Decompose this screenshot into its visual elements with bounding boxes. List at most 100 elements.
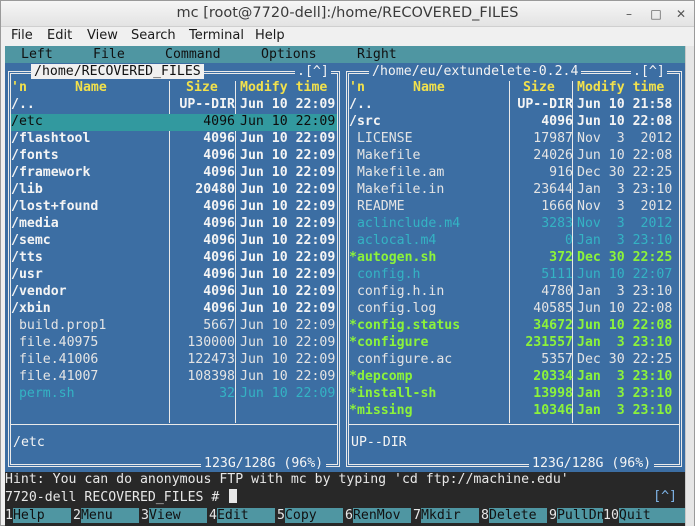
fkey-renmov[interactable]: 6RenMov	[345, 508, 411, 525]
file-row[interactable]: /src 4096 Jun 10 22:08	[349, 114, 679, 131]
file-row[interactable]: *install-sh 13998 Jan 3 23:10	[349, 386, 679, 403]
file-name: file.40975	[11, 335, 99, 350]
file-name: /..	[11, 97, 35, 112]
file-row[interactable]: /lost+found 4096 Jun 10 22:09	[11, 199, 337, 216]
subshell-indicator[interactable]: [^]	[653, 489, 677, 504]
file-row[interactable]: *configure 231557 Jan 3 23:10	[349, 335, 679, 352]
file-row[interactable]: *missing 10346 Jan 3 23:10	[349, 403, 679, 420]
file-row[interactable]: Makefile.am 916 Dec 30 22:25	[349, 165, 679, 182]
right-panel-corner[interactable]: .[^]	[631, 64, 667, 79]
file-row[interactable]: README 1666 Nov 3 2012	[349, 199, 679, 216]
menu-edit[interactable]: Edit	[47, 28, 72, 43]
right-header-size[interactable]: Size	[523, 80, 555, 95]
file-row[interactable]: aclocal.m4 0 Jan 3 23:10	[349, 233, 679, 250]
file-row[interactable]: /media 4096 Jun 10 22:09	[11, 216, 337, 233]
file-row[interactable]: /.. UP--DIR Jun 10 22:09	[11, 97, 337, 114]
file-mtime: Jun 10 22:09	[240, 369, 336, 384]
left-panel-path[interactable]: /home/RECOVERED_FILES	[31, 64, 204, 79]
file-mtime: Jun 10 22:09	[240, 165, 336, 180]
file-row[interactable]: /vendor 4096 Jun 10 22:09	[11, 284, 337, 301]
mc-menu-file[interactable]: File	[93, 47, 125, 62]
right-panel-path[interactable]: /home/eu/extundelete-0.2.4	[369, 64, 582, 79]
menu-help[interactable]: Help	[255, 28, 285, 43]
file-name: /vendor	[11, 284, 67, 299]
menu-view[interactable]: View	[87, 28, 118, 43]
file-row[interactable]: /tts 4096 Jun 10 22:09	[11, 250, 337, 267]
left-panel[interactable]: /home/RECOVERED_FILES .[^] 'n Name Size …	[5, 63, 343, 471]
mc-menu-command[interactable]: Command	[165, 47, 221, 62]
file-row[interactable]: /.. UP--DIR Jun 10 21:58	[349, 97, 679, 114]
file-size: UP--DIR	[517, 97, 573, 112]
file-row[interactable]: config.h 5111 Jun 10 22:07	[349, 267, 679, 284]
file-row[interactable]: configure.ac 5357 Dec 30 22:25	[349, 352, 679, 369]
file-row[interactable]: /fonts 4096 Jun 10 22:09	[11, 148, 337, 165]
file-row[interactable]: build.prop1 5667 Jun 10 22:09	[11, 318, 337, 335]
file-row[interactable]: /lib 20480 Jun 10 22:09	[11, 182, 337, 199]
file-row[interactable]: /semc 4096 Jun 10 22:09	[11, 233, 337, 250]
file-size: 20480	[195, 182, 235, 197]
file-row[interactable]: perm.sh 32 Jun 10 22:09	[11, 386, 337, 403]
close-button[interactable]: ✕	[673, 6, 689, 22]
file-row[interactable]: aclinclude.m4 3283 Nov 3 2012	[349, 216, 679, 233]
file-mtime: Jun 10 22:09	[240, 148, 336, 163]
file-size: 122473	[187, 352, 235, 367]
fkey-menu[interactable]: 2Menu	[73, 508, 139, 525]
command-line[interactable]: 7720-dell RECOVERED_FILES # [^]	[5, 489, 685, 506]
menu-file[interactable]: File	[11, 28, 33, 43]
file-name: config.h.in	[349, 284, 445, 299]
mc-menu-right[interactable]: Right	[357, 47, 397, 62]
file-name: /etc	[11, 114, 43, 129]
file-row[interactable]: file.41006 122473 Jun 10 22:09	[11, 352, 337, 369]
file-row[interactable]: *autogen.sh 372 Dec 30 22:25	[349, 250, 679, 267]
file-name: *missing	[349, 403, 413, 418]
fkey-delete[interactable]: 8Delete	[481, 508, 547, 525]
maximize-button[interactable]: □	[648, 6, 664, 22]
file-row[interactable]: Makefile 24026 Jun 10 22:08	[349, 148, 679, 165]
file-mtime: Jun 10 22:09	[240, 199, 336, 214]
right-header-mtime[interactable]: Modify time	[577, 80, 664, 95]
title-bar[interactable]: mc [root@7720-dell]:/home/RECOVERED_FILE…	[1, 1, 694, 27]
right-header-sort[interactable]: 'n	[349, 80, 365, 95]
menu-terminal[interactable]: Terminal	[189, 28, 244, 43]
terminal-scrollbar[interactable]	[685, 46, 694, 526]
mc-menu-left[interactable]: Left	[21, 47, 53, 62]
file-row[interactable]: /xbin 4096 Jun 10 22:09	[11, 301, 337, 318]
mc-menu-options[interactable]: Options	[261, 47, 317, 62]
file-size: 4096	[203, 301, 235, 316]
right-panel[interactable]: /home/eu/extundelete-0.2.4 .[^] 'n Name …	[343, 63, 685, 471]
left-header-sort[interactable]: 'n	[11, 80, 27, 95]
left-selected-info: /etc	[13, 435, 45, 450]
file-row[interactable]: LICENSE 17987 Nov 3 2012	[349, 131, 679, 148]
file-row[interactable]: file.41007 108398 Jun 10 22:09	[11, 369, 337, 386]
file-row[interactable]: Makefile.in 23644 Jan 3 23:10	[349, 182, 679, 199]
fkey-view[interactable]: 3View	[141, 508, 207, 525]
fkey-quit[interactable]: 10Quit	[603, 508, 685, 525]
file-size: 20334	[533, 369, 573, 384]
file-row[interactable]: config.log 40585 Jun 10 22:08	[349, 301, 679, 318]
file-row[interactable]: /framework 4096 Jun 10 22:09	[11, 165, 337, 182]
left-header-mtime[interactable]: Modify time	[240, 80, 327, 95]
left-header-size[interactable]: Size	[186, 80, 218, 95]
left-panel-corner[interactable]: .[^]	[295, 64, 331, 79]
file-name: config.h	[349, 267, 421, 282]
terminal-area[interactable]: Left File Command Options Right /home/RE…	[5, 46, 685, 526]
file-size: 32	[219, 386, 235, 401]
file-row[interactable]: /flashtool 4096 Jun 10 22:09	[11, 131, 337, 148]
file-row[interactable]: *depcomp 20334 Jan 3 23:10	[349, 369, 679, 386]
file-row[interactable]: /etc 4096 Jun 10 22:09	[11, 114, 337, 131]
fkey-pulldn[interactable]: 9PullDn	[549, 508, 605, 525]
minimize-button[interactable]: –	[621, 6, 637, 22]
fkey-edit[interactable]: 4Edit	[209, 508, 275, 525]
left-header-name[interactable]: Name	[75, 80, 107, 95]
file-row[interactable]: /usr 4096 Jun 10 22:09	[11, 267, 337, 284]
file-row[interactable]: config.h.in 4780 Jan 3 23:10	[349, 284, 679, 301]
fkey-mkdir[interactable]: 7Mkdir	[413, 508, 479, 525]
right-header-name[interactable]: Name	[413, 80, 445, 95]
fkey-label: Mkdir	[420, 508, 479, 523]
fkey-help[interactable]: 1Help	[5, 508, 71, 525]
menu-search[interactable]: Search	[131, 28, 176, 43]
file-row[interactable]: file.40975 130000 Jun 10 22:09	[11, 335, 337, 352]
file-row[interactable]: *config.status 34672 Jun 10 22:08	[349, 318, 679, 335]
file-name: Makefile	[349, 148, 421, 163]
fkey-copy[interactable]: 5Copy	[277, 508, 343, 525]
